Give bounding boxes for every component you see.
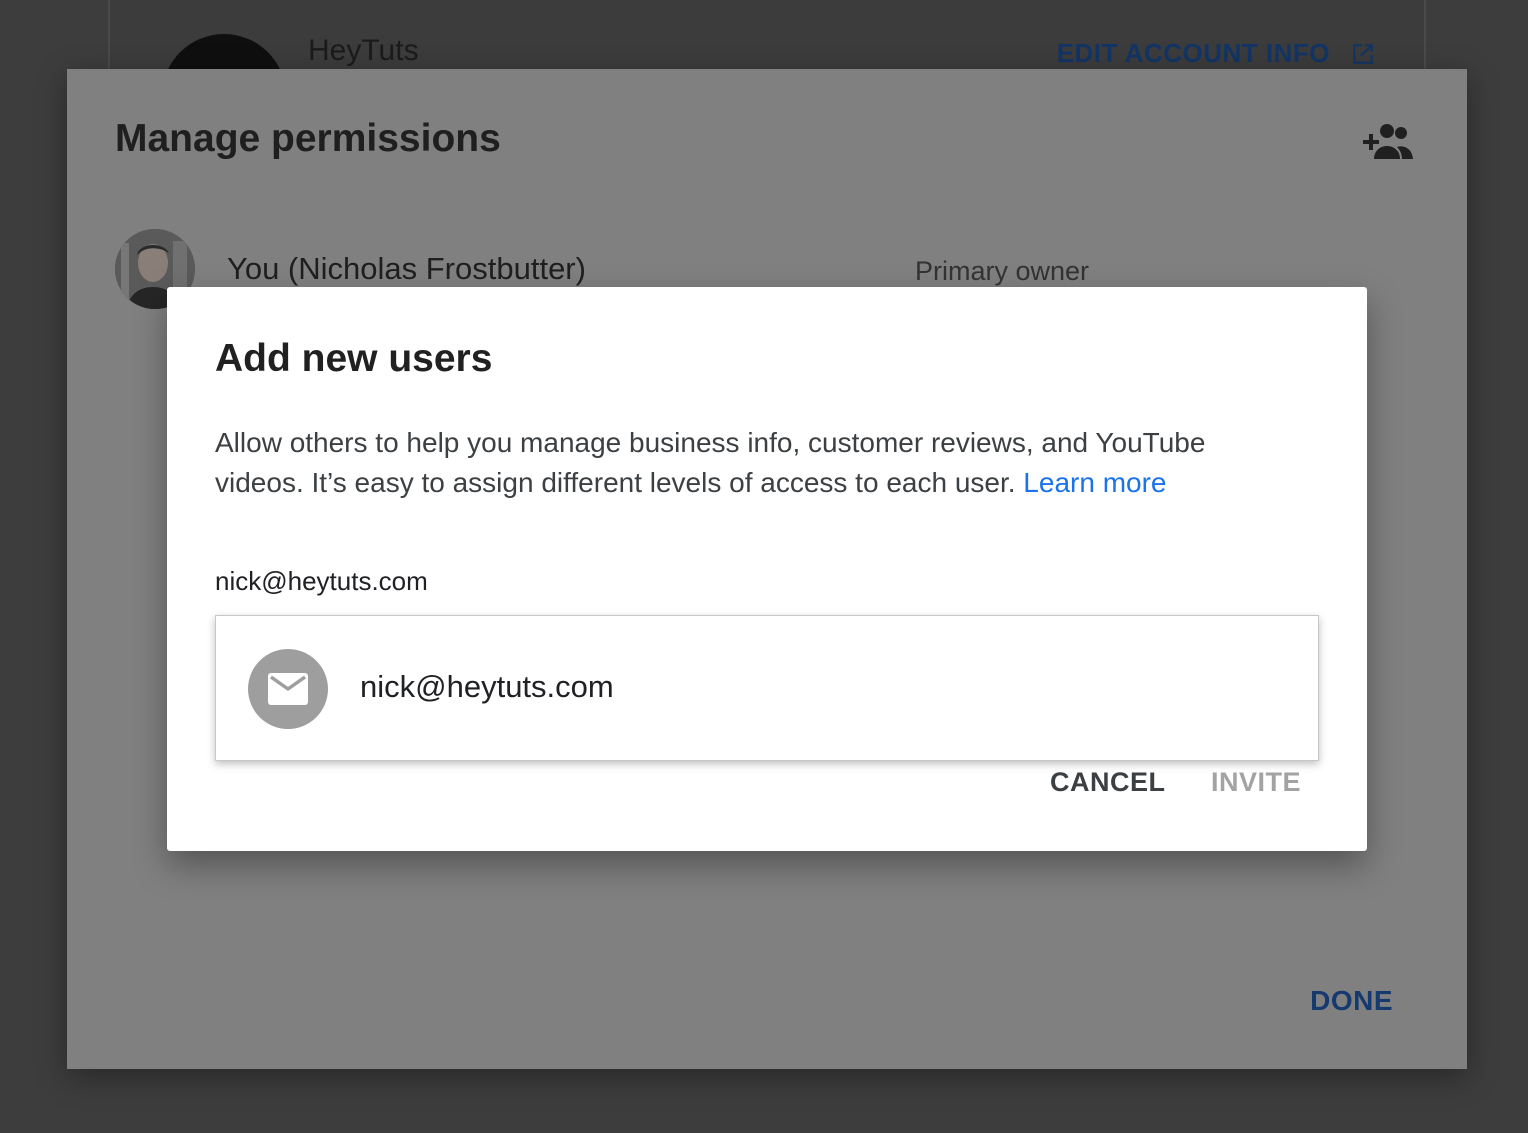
cancel-button[interactable]: CANCEL [1050,767,1166,798]
suggestion-avatar [248,649,328,729]
mail-icon [268,673,308,705]
edit-account-info-link[interactable]: EDIT ACCOUNT INFO [1057,38,1376,69]
dialog-description: Allow others to help you manage business… [215,423,1275,503]
owner-name: You (Nicholas Frostbutter) [227,251,586,286]
account-name: HeyTuts [308,34,419,67]
invite-button[interactable]: INVITE [1211,767,1301,798]
email-input[interactable] [215,561,1319,601]
edit-account-info-label: EDIT ACCOUNT INFO [1056,38,1330,68]
learn-more-link[interactable]: Learn more [1023,467,1166,498]
suggestion-email: nick@heytuts.com [360,669,614,704]
add-person-icon[interactable] [1361,121,1415,161]
owner-role: Primary owner [915,256,1090,286]
dialog-title: Add new users [215,337,493,380]
add-new-users-dialog: Add new users Allow others to help you m… [167,287,1367,851]
email-suggestion-item[interactable]: nick@heytuts.com [215,615,1319,761]
open-in-new-icon [1353,43,1373,64]
dialog-title: Manage permissions [115,117,501,160]
done-button[interactable]: DONE [1310,985,1393,1017]
